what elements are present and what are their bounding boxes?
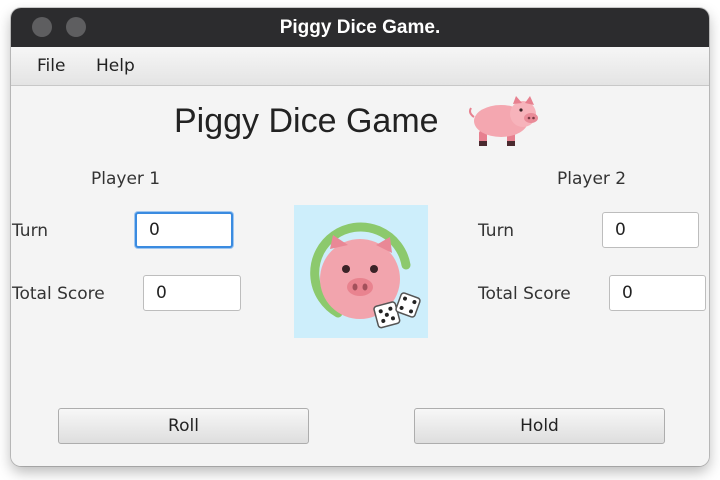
menu-help[interactable]: Help — [96, 47, 135, 85]
player2-name: Player 2 — [557, 169, 627, 189]
menu-file[interactable]: File — [37, 47, 65, 85]
player1-name: Player 1 — [91, 169, 161, 189]
pig-with-dice-icon — [310, 222, 421, 329]
player2-turn-field[interactable] — [602, 212, 699, 248]
player1-turn-label: Turn — [12, 221, 49, 241]
title-bar[interactable]: Piggy Dice Game. — [11, 8, 709, 47]
hold-button[interactable]: Hold — [414, 408, 665, 444]
player1-total-label: Total Score — [12, 284, 105, 304]
player2-total-field[interactable] — [609, 275, 706, 311]
player1-turn-field[interactable] — [135, 212, 233, 248]
pig-icon — [469, 96, 538, 146]
player2-total-label: Total Score — [478, 284, 571, 304]
player2-turn-label: Turn — [478, 221, 515, 241]
menu-bar: File Help — [11, 47, 709, 86]
game-heading: Piggy Dice Game — [174, 102, 439, 140]
window-title: Piggy Dice Game. — [279, 17, 441, 38]
player1-total-field[interactable] — [143, 275, 241, 311]
pig-with-dice-image — [294, 205, 428, 338]
roll-button[interactable]: Roll — [58, 408, 309, 444]
